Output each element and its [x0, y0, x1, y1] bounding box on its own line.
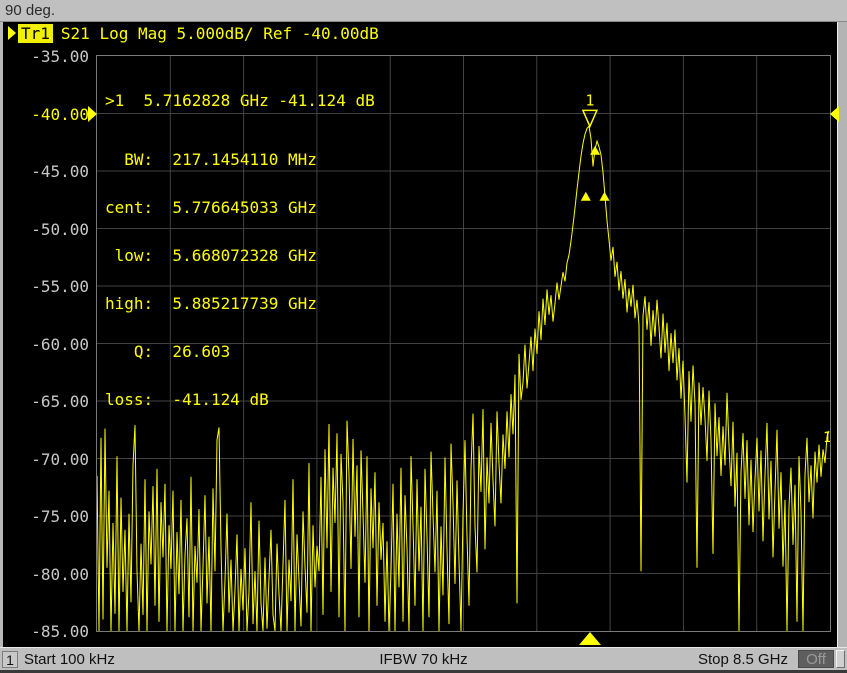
- marker-stimulus-icon[interactable]: [579, 632, 601, 645]
- trace-number-label: 1: [823, 430, 830, 446]
- y-axis-tick-label: -80.00: [31, 566, 89, 583]
- y-axis-tick-label: -85.00: [31, 623, 89, 640]
- y-axis-tick-label: -35.00: [31, 48, 89, 65]
- trace-chip[interactable]: Tr1: [18, 24, 53, 43]
- window-title-bar: 90 deg.: [0, 0, 847, 22]
- left-frame-strip: [0, 22, 3, 647]
- q-readout: Q: 26.603: [105, 344, 375, 360]
- y-axis-tick-label: -75.00: [31, 508, 89, 525]
- trace-header-text[interactable]: S21 Log Mag 5.000dB/ Ref -40.00dB: [61, 24, 379, 43]
- y-axis-tick-label: -70.00: [31, 451, 89, 468]
- ifbw-label[interactable]: IFBW 70 kHz: [379, 651, 467, 668]
- corner-resize-button[interactable]: [836, 650, 845, 668]
- window-title: 90 deg.: [5, 2, 55, 19]
- active-trace-arrow-icon: [8, 26, 16, 40]
- y-axis-tick-label: -40.00: [31, 106, 89, 123]
- marker1-readout: >1 5.7162828 GHz -41.124 dB: [105, 93, 375, 109]
- y-axis-tick-label: -60.00: [31, 336, 89, 353]
- marker1-icon[interactable]: [583, 110, 597, 126]
- y-axis-tick-label: -65.00: [31, 393, 89, 410]
- high-readout: high: 5.885217739 GHz: [105, 296, 375, 312]
- trace-header: Tr1 S21 Log Mag 5.000dB/ Ref -40.00dB: [8, 24, 379, 42]
- status-bar: 1 Start 100 kHz IFBW 70 kHz Stop 8.5 GHz…: [0, 647, 847, 670]
- y-axis-tick-label: -55.00: [31, 278, 89, 295]
- y-axis-tick-label: -50.00: [31, 221, 89, 238]
- ref-level-icon-left[interactable]: [88, 106, 97, 122]
- off-button[interactable]: Off: [798, 650, 834, 668]
- low-readout: low: 5.668072328 GHz: [105, 248, 375, 264]
- y-axis-tick-label: -45.00: [31, 163, 89, 180]
- bw-readout: BW: 217.1454110 MHz: [105, 152, 375, 168]
- stop-frequency-label[interactable]: Stop 8.5 GHz: [698, 651, 788, 668]
- channel-indicator: 1: [2, 651, 18, 668]
- marker-info-panel: >1 5.7162828 GHz -41.124 dB BW: 217.1454…: [105, 61, 375, 440]
- loss-readout: loss: -41.124 dB: [105, 392, 375, 408]
- bw-high-marker-icon[interactable]: [600, 192, 610, 201]
- start-frequency-label[interactable]: Start 100 kHz: [24, 651, 115, 668]
- cent-readout: cent: 5.776645033 GHz: [105, 200, 375, 216]
- marker1-number: 1: [585, 91, 594, 109]
- bw-low-marker-icon[interactable]: [581, 192, 591, 201]
- ref-level-icon-right[interactable]: [830, 106, 839, 122]
- vna-screen: 90 deg. Tr1 S21 Log Mag 5.000dB/ Ref -40…: [0, 0, 847, 673]
